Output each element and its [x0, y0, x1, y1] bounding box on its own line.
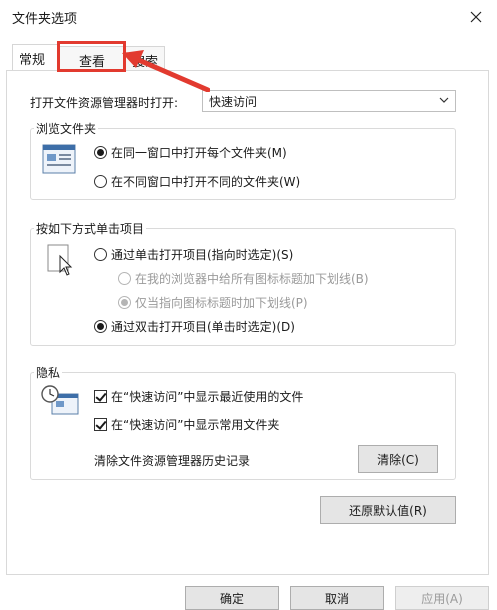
cancel-button-label: 取消	[324, 591, 349, 606]
ok-button[interactable]: 确定	[185, 586, 279, 610]
browse-new-window-label: 在不同窗口中打开不同的文件夹(W)	[111, 175, 301, 189]
checkbox[interactable]	[94, 418, 107, 431]
frequent-folders-label: 在“快速访问”中显示常用文件夹	[111, 418, 280, 432]
open-explorer-label: 打开文件资源管理器时打开:	[30, 96, 179, 110]
cursor-document-icon	[46, 244, 74, 281]
folder-window-icon	[42, 144, 76, 177]
radio-button[interactable]	[94, 146, 107, 159]
chevron-down-icon	[439, 94, 449, 108]
clear-history-label: 清除文件资源管理器历史记录	[94, 454, 251, 468]
close-button[interactable]	[461, 2, 491, 32]
click-items-title: 按如下方式单击项目	[34, 220, 147, 237]
clear-history-button[interactable]: 清除(C)	[358, 445, 438, 473]
recent-files-check[interactable]: 在“快速访问”中显示最近使用的文件	[94, 388, 303, 405]
clear-history-button-label: 清除(C)	[377, 452, 419, 467]
single-click-label: 通过单击打开项目(指向时选定)(S)	[111, 248, 294, 262]
frequent-folders-check[interactable]: 在“快速访问”中显示常用文件夹	[94, 416, 279, 433]
radio-button[interactable]	[118, 296, 131, 309]
apply-button-label: 应用(A)	[421, 591, 463, 606]
view-tab-highlight	[57, 41, 126, 72]
browse-new-window-option[interactable]: 在不同窗口中打开不同的文件夹(W)	[94, 173, 300, 190]
browse-same-window-option[interactable]: 在同一窗口中打开每个文件夹(M)	[94, 144, 287, 161]
underline-hover-label: 仅当指向图标标题时加下划线(P)	[135, 296, 308, 310]
underline-all-label: 在我的浏览器中给所有图标标题加下划线(B)	[135, 272, 369, 286]
open-explorer-select[interactable]: 快速访问	[202, 90, 456, 112]
privacy-clock-icon	[40, 384, 80, 421]
browse-same-window-label: 在同一窗口中打开每个文件夹(M)	[111, 146, 287, 160]
radio-button[interactable]	[118, 272, 131, 285]
restore-defaults-label: 还原默认值(R)	[349, 503, 427, 518]
apply-button[interactable]: 应用(A)	[395, 586, 489, 610]
tab-general[interactable]: 常规	[12, 44, 58, 71]
radio-button[interactable]	[94, 175, 107, 188]
pointer-arrow	[122, 50, 210, 92]
radio-button[interactable]	[94, 320, 107, 333]
browse-folders-title: 浏览文件夹	[34, 120, 99, 137]
tab-general-label: 常规	[19, 53, 46, 68]
radio-button[interactable]	[94, 248, 107, 261]
underline-all-option[interactable]: 在我的浏览器中给所有图标标题加下划线(B)	[118, 270, 369, 287]
window-title: 文件夹选项	[12, 12, 78, 27]
checkbox[interactable]	[94, 390, 107, 403]
cancel-button[interactable]: 取消	[290, 586, 384, 610]
double-click-option[interactable]: 通过双击打开项目(单击时选定)(D)	[94, 318, 295, 335]
ok-button-label: 确定	[219, 591, 244, 606]
privacy-title: 隐私	[34, 364, 63, 381]
single-click-option[interactable]: 通过单击打开项目(指向时选定)(S)	[94, 246, 293, 263]
open-explorer-value: 快速访问	[209, 95, 258, 109]
underline-hover-option[interactable]: 仅当指向图标标题时加下划线(P)	[118, 294, 308, 311]
recent-files-label: 在“快速访问”中显示最近使用的文件	[111, 390, 304, 404]
double-click-label: 通过双击打开项目(单击时选定)(D)	[111, 320, 295, 334]
title-bar: 文件夹选项	[0, 0, 497, 34]
restore-defaults-button[interactable]: 还原默认值(R)	[320, 496, 456, 524]
close-icon	[470, 11, 482, 23]
